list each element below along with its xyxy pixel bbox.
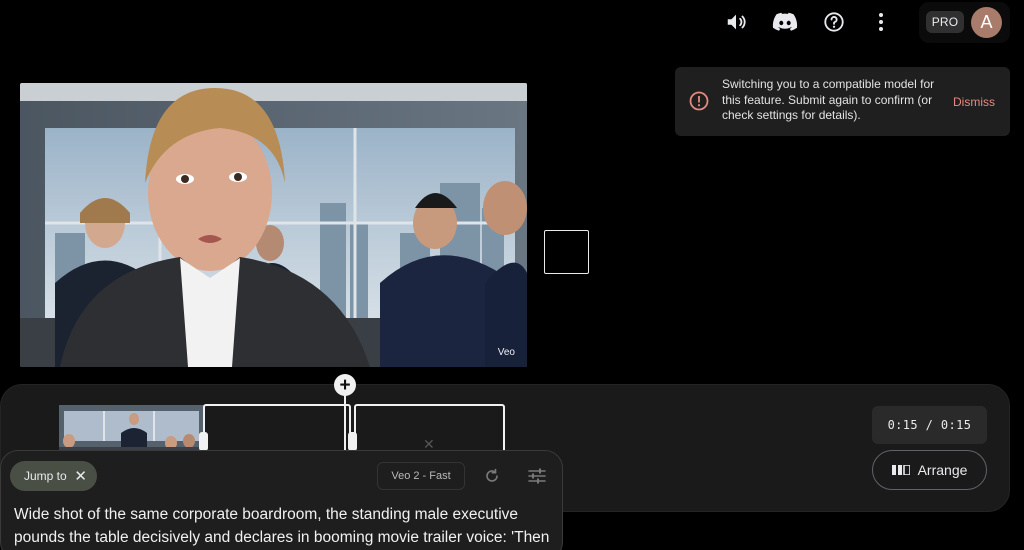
empty-scene-slot[interactable] xyxy=(544,230,589,274)
volume-icon[interactable] xyxy=(722,8,750,36)
close-icon[interactable]: ✕ xyxy=(74,467,87,485)
veo-watermark: Veo xyxy=(497,347,515,358)
jump-to-label: Jump to xyxy=(24,469,67,483)
more-vert-icon[interactable] xyxy=(867,8,895,36)
pro-badge[interactable]: PRO xyxy=(926,11,964,33)
arrange-button[interactable]: Arrange xyxy=(872,450,987,490)
arrange-label: Arrange xyxy=(917,462,968,478)
timeline-clip-1[interactable] xyxy=(203,404,351,454)
model-selector[interactable]: Veo 2 - Fast xyxy=(377,462,465,490)
clip-trim-handle-right[interactable] xyxy=(348,432,357,451)
add-clip-button[interactable]: + xyxy=(334,374,356,396)
playhead[interactable] xyxy=(344,392,346,450)
video-still-image xyxy=(20,83,527,367)
refresh-icon[interactable] xyxy=(482,466,502,486)
discord-icon[interactable] xyxy=(771,8,799,36)
settings-sliders-icon[interactable] xyxy=(527,466,547,486)
dismiss-button[interactable]: Dismiss xyxy=(953,95,995,109)
jump-to-chip[interactable]: Jump to ✕ xyxy=(10,461,97,491)
clip-thumbnail[interactable] xyxy=(59,405,204,453)
notification-message: Switching you to a compatible model for … xyxy=(722,77,935,122)
help-icon[interactable] xyxy=(820,8,848,36)
avatar[interactable]: A xyxy=(971,7,1002,38)
clip-trim-handle-left[interactable] xyxy=(199,432,208,451)
prompt-text[interactable]: Wide shot of the same corporate boardroo… xyxy=(14,503,554,549)
clip-thumbnail-image xyxy=(59,405,204,453)
arrange-icon xyxy=(891,462,911,478)
error-circle-icon xyxy=(689,91,709,116)
time-display: 0:15 / 0:15 xyxy=(872,406,987,444)
notification-toast: Switching you to a compatible model for … xyxy=(675,67,1010,136)
video-preview[interactable]: Veo xyxy=(20,83,527,367)
